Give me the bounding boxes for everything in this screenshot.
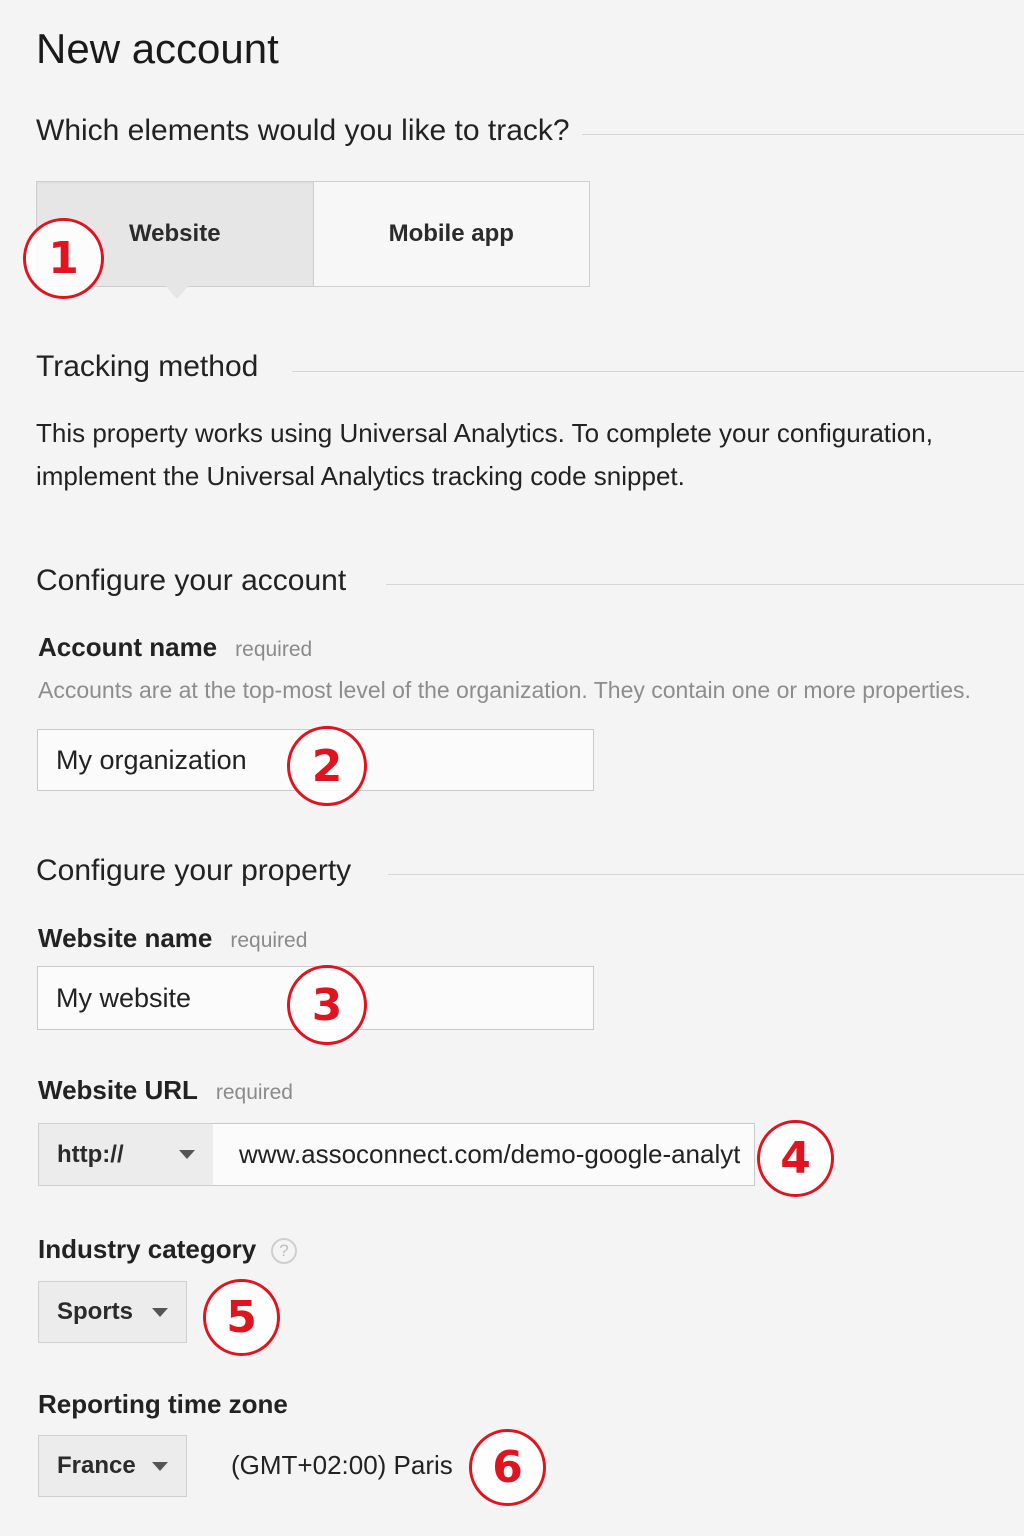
time-zone-country-dropdown[interactable]: France <box>38 1435 187 1497</box>
website-url-field <box>213 1123 755 1186</box>
protocol-value: http:// <box>57 1140 124 1168</box>
website-name-label: Website name required <box>38 923 307 954</box>
description-line: implement the Universal Analytics tracki… <box>36 461 685 491</box>
protocol-dropdown[interactable]: http:// <box>38 1123 214 1186</box>
mobile-app-option-button[interactable]: Mobile app <box>314 182 590 286</box>
time-zone-label: Reporting time zone <box>38 1389 288 1419</box>
account-name-helper: Accounts are at the top-most level of th… <box>38 677 971 703</box>
section-divider <box>388 874 1024 875</box>
track-question: Which elements would you like to track? <box>36 114 570 147</box>
industry-category-label: Industry category <box>38 1234 257 1264</box>
section-divider <box>292 371 1024 372</box>
required-tag: required <box>230 929 308 952</box>
section-divider <box>386 584 1024 585</box>
section-divider <box>582 134 1024 135</box>
website-name-label-text: Website name <box>38 923 213 953</box>
page-title: New account <box>36 25 279 72</box>
description-line: This property works using Universal Anal… <box>36 418 933 448</box>
website-url-label-text: Website URL <box>38 1075 198 1105</box>
chevron-down-icon <box>179 1150 195 1159</box>
configure-account-title: Configure your account <box>36 564 347 597</box>
annotation-marker-6: 6 <box>469 1429 546 1506</box>
chevron-down-icon <box>152 1461 168 1471</box>
required-tag: required <box>235 638 313 661</box>
tracking-method-description: This property works using Universal Anal… <box>36 412 933 498</box>
annotation-marker-2: 2 <box>287 726 367 806</box>
configure-property-title: Configure your property <box>36 854 352 887</box>
annotation-marker-4: 4 <box>757 1120 834 1197</box>
time-zone-country-value: France <box>57 1452 136 1479</box>
website-url-label: Website URL required <box>38 1075 293 1106</box>
account-name-label: Account name required <box>38 632 312 663</box>
help-icon[interactable]: ? <box>271 1238 297 1264</box>
selected-caret-icon <box>165 285 189 299</box>
tracking-method-title: Tracking method <box>36 350 259 383</box>
industry-category-value: Sports <box>57 1298 134 1325</box>
annotation-marker-1: 1 <box>23 218 104 299</box>
account-name-label-text: Account name <box>38 632 218 662</box>
time-zone-value[interactable]: (GMT+02:00) Paris <box>231 1450 453 1481</box>
annotation-marker-3: 3 <box>287 965 367 1045</box>
annotation-marker-5: 5 <box>203 1279 280 1356</box>
website-url-input[interactable] <box>213 1124 754 1185</box>
track-type-selector: Website Mobile app <box>36 181 590 287</box>
industry-category-dropdown[interactable]: Sports <box>38 1281 187 1343</box>
chevron-down-icon <box>152 1307 168 1317</box>
required-tag: required <box>215 1081 293 1104</box>
